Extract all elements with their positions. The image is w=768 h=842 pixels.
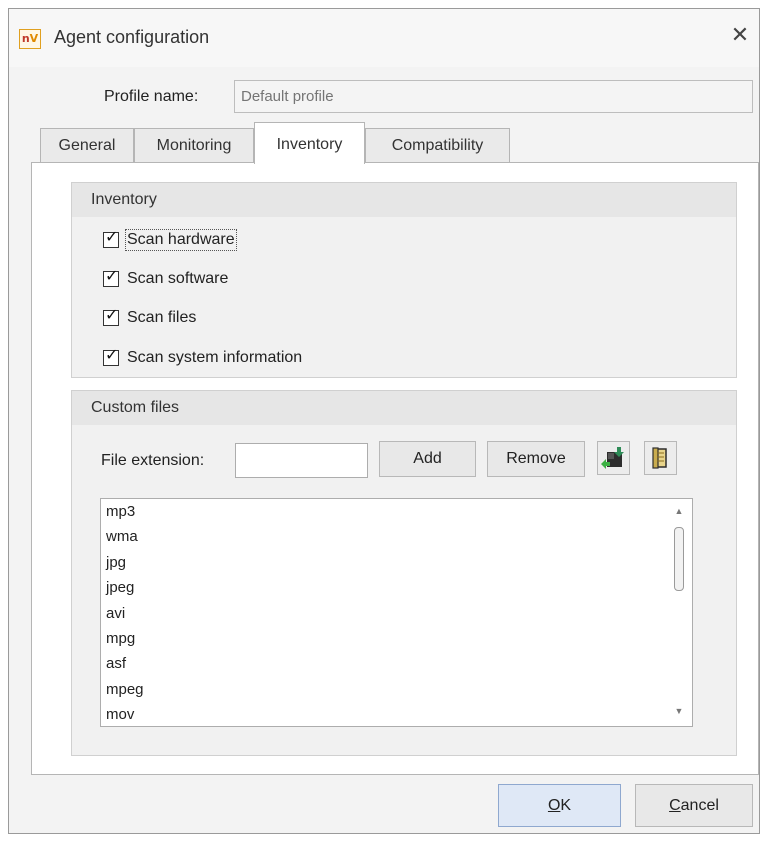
list-item[interactable]: mpg bbox=[101, 626, 692, 651]
cancel-label-rest: ancel bbox=[680, 797, 719, 814]
file-extension-label: File extension: bbox=[101, 452, 205, 469]
app-logo-icon: nV bbox=[19, 29, 41, 49]
file-extension-input[interactable] bbox=[235, 443, 368, 478]
cancel-mnemonic: C bbox=[669, 797, 681, 814]
extensions-listbox[interactable]: mp3 wma jpg jpeg avi mpg asf mpeg mov ▲ … bbox=[100, 498, 693, 727]
scan-hardware-checkbox[interactable] bbox=[103, 227, 119, 248]
tab-compatibility[interactable]: Compatibility bbox=[365, 128, 510, 162]
profile-name-label: Profile name: bbox=[104, 88, 199, 105]
scan-files-option[interactable]: Scan files bbox=[103, 305, 197, 330]
list-item[interactable]: mp3 bbox=[101, 499, 692, 524]
list-item[interactable]: avi bbox=[101, 601, 692, 626]
remove-button[interactable]: Remove bbox=[487, 441, 585, 477]
custom-files-group-header: Custom files bbox=[72, 391, 736, 425]
inventory-tab-panel: Inventory Scan hardware Scan software Sc… bbox=[31, 162, 759, 775]
scan-files-checkbox[interactable] bbox=[103, 305, 119, 326]
tab-general[interactable]: General bbox=[40, 128, 134, 162]
list-item[interactable]: mpeg bbox=[101, 677, 692, 702]
scan-files-label: Scan files bbox=[127, 309, 197, 326]
ok-mnemonic: O bbox=[547, 797, 561, 814]
title-bar: nV Agent configuration ✕ bbox=[9, 9, 759, 67]
ok-label-rest: K bbox=[560, 797, 572, 814]
custom-files-group: Custom files File extension: Add Remove bbox=[71, 390, 737, 756]
scan-software-checkbox[interactable] bbox=[103, 266, 119, 287]
export-button[interactable] bbox=[644, 441, 677, 475]
scan-software-label: Scan software bbox=[127, 270, 229, 287]
ok-button[interactable]: OK bbox=[498, 784, 621, 827]
scroll-down-arrow-icon[interactable]: ▼ bbox=[666, 705, 692, 717]
add-button[interactable]: Add bbox=[379, 441, 476, 477]
tab-inventory[interactable]: Inventory bbox=[254, 122, 365, 164]
export-icon bbox=[652, 447, 667, 469]
inventory-group-header: Inventory bbox=[72, 183, 736, 217]
scan-system-information-option[interactable]: Scan system information bbox=[103, 345, 303, 370]
list-item[interactable]: jpeg bbox=[101, 575, 692, 600]
window-title: Agent configuration bbox=[54, 27, 210, 47]
list-item[interactable]: wma bbox=[101, 524, 692, 549]
scan-system-information-label: Scan system information bbox=[127, 349, 303, 366]
scan-hardware-label: Scan hardware bbox=[125, 229, 237, 251]
close-icon[interactable]: ✕ bbox=[727, 23, 753, 49]
cancel-button[interactable]: Cancel bbox=[635, 784, 753, 827]
list-item[interactable]: jpg bbox=[101, 550, 692, 575]
tab-monitoring[interactable]: Monitoring bbox=[134, 128, 254, 162]
import-button[interactable] bbox=[597, 441, 630, 475]
scroll-thumb[interactable] bbox=[674, 527, 684, 591]
agent-configuration-dialog: nV Agent configuration ✕ Profile name: G… bbox=[8, 8, 760, 834]
list-item[interactable]: mov bbox=[101, 702, 692, 726]
scroll-up-arrow-icon[interactable]: ▲ bbox=[666, 505, 692, 517]
vertical-scrollbar[interactable]: ▲ ▼ bbox=[666, 499, 692, 726]
scan-hardware-option[interactable]: Scan hardware bbox=[103, 227, 237, 252]
import-icon bbox=[601, 447, 624, 469]
inventory-group: Inventory Scan hardware Scan software Sc… bbox=[71, 182, 737, 378]
profile-name-input[interactable] bbox=[234, 80, 753, 113]
scan-software-option[interactable]: Scan software bbox=[103, 266, 229, 291]
scan-system-information-checkbox[interactable] bbox=[103, 345, 119, 366]
list-item[interactable]: asf bbox=[101, 651, 692, 676]
